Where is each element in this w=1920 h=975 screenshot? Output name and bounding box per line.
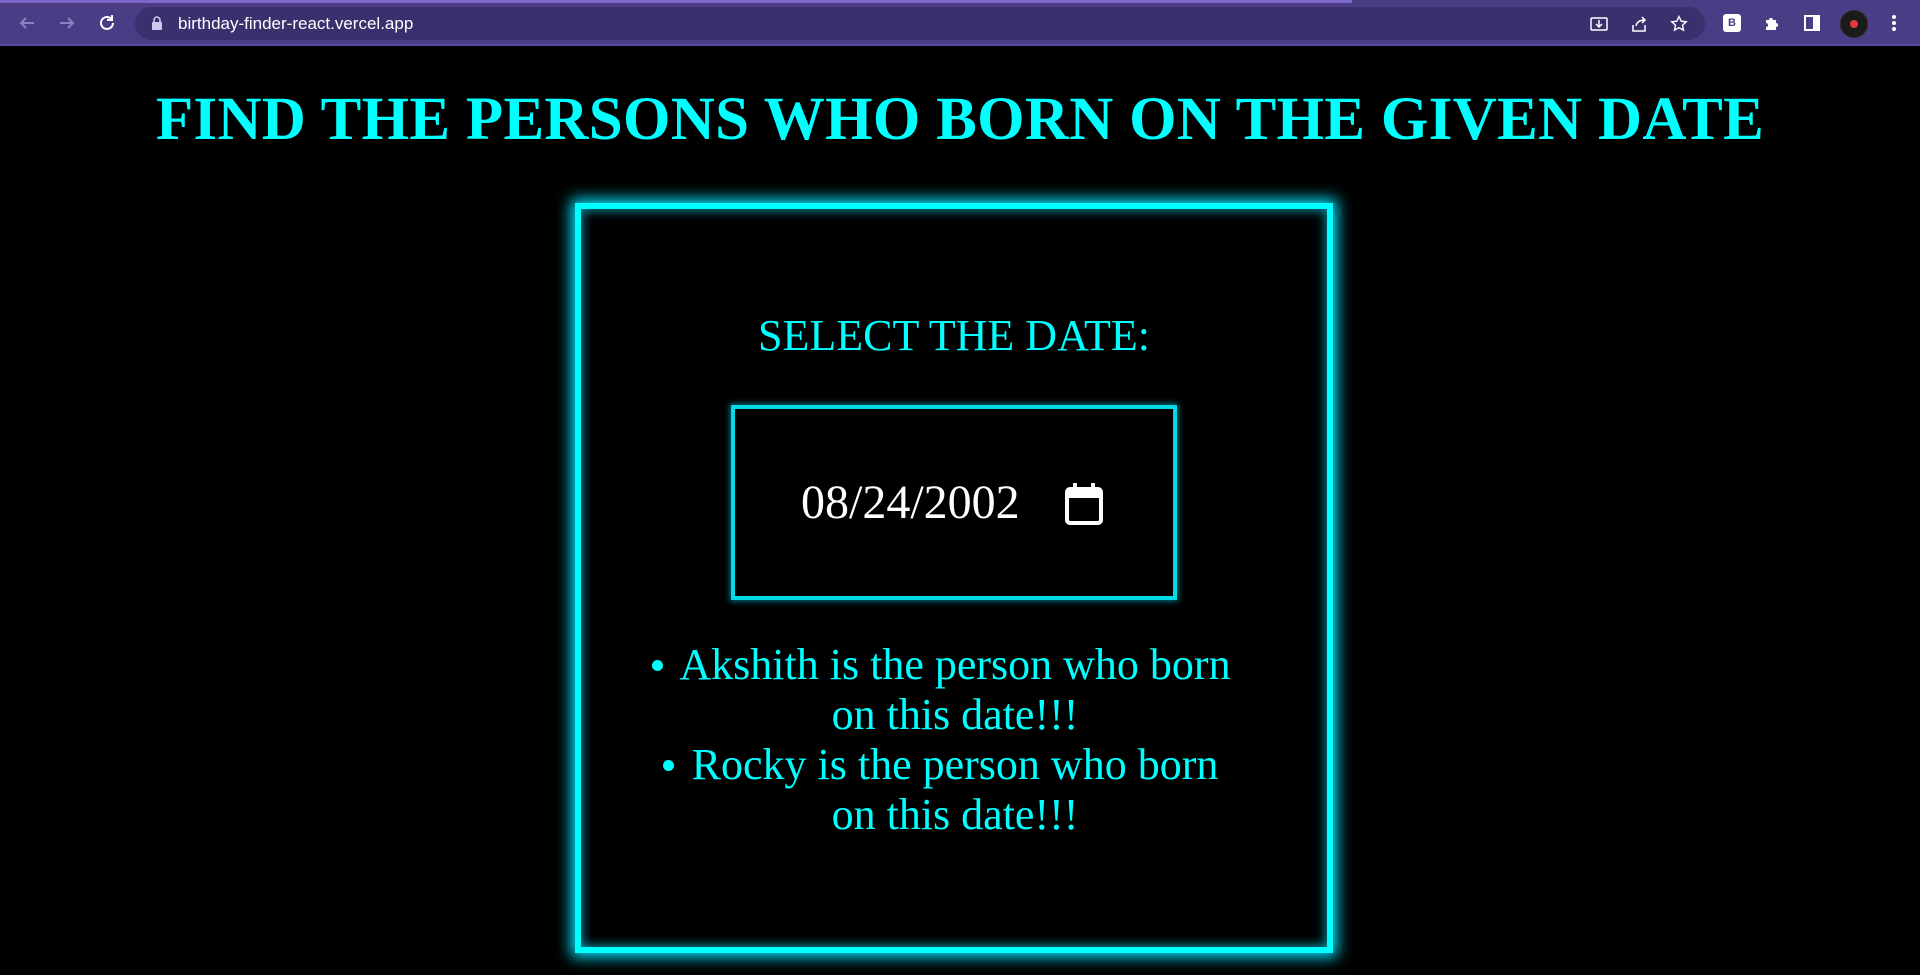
list-item: Rocky is the person who born on this dat… (620, 740, 1290, 840)
url-text: birthday-finder-react.vercel.app (178, 14, 414, 33)
extension-b-button[interactable]: B (1720, 11, 1744, 35)
list-item: Akshith is the person who born on this d… (620, 640, 1290, 740)
result-line-1: Akshith is the person who born (679, 640, 1231, 689)
page-title: FIND THE PERSONS WHO BORN ON THE GIVEN D… (155, 86, 1765, 153)
side-panel-icon (1804, 15, 1820, 31)
extensions-button[interactable] (1760, 11, 1784, 35)
browser-menu-button[interactable] (1882, 11, 1906, 35)
extension-b-icon: B (1723, 14, 1741, 32)
star-icon (1670, 15, 1688, 32)
share-icon (1632, 16, 1647, 32)
date-input-value: 08/24/2002 (801, 476, 1020, 529)
puzzle-icon (1766, 18, 1778, 30)
kebab-menu-icon (1892, 15, 1896, 31)
install-icon (1590, 17, 1608, 31)
avatar-icon (1850, 20, 1858, 28)
share-button[interactable] (1629, 14, 1649, 34)
result-line-1: Rocky is the person who born (691, 740, 1219, 789)
reload-icon (100, 15, 114, 30)
calendar-icon[interactable] (1064, 482, 1104, 526)
result-line-2: on this date!!! (831, 790, 1079, 839)
date-label: SELECT THE DATE: (758, 311, 1150, 360)
forward-arrow-icon (60, 17, 75, 29)
profile-avatar-button[interactable] (1840, 10, 1868, 38)
back-arrow-icon (19, 17, 34, 29)
forward-button[interactable] (55, 11, 79, 35)
install-app-button[interactable] (1589, 14, 1609, 34)
results-list: Akshith is the person who born on this d… (620, 640, 1290, 840)
back-button[interactable] (15, 11, 39, 35)
address-bar[interactable]: birthday-finder-react.vercel.app (135, 7, 1705, 40)
bullet-icon (663, 760, 674, 771)
side-panel-button[interactable] (1800, 11, 1824, 35)
browser-toolbar: birthday-finder-react.vercel.app B (0, 0, 1920, 46)
bookmark-button[interactable] (1669, 14, 1689, 34)
result-line-2: on this date!!! (831, 690, 1079, 739)
date-input[interactable]: 08/24/2002 (731, 405, 1177, 600)
bullet-icon (652, 660, 663, 671)
lock-icon (152, 16, 162, 30)
page-load-progress-bar (0, 0, 1352, 3)
reload-button[interactable] (95, 11, 119, 35)
